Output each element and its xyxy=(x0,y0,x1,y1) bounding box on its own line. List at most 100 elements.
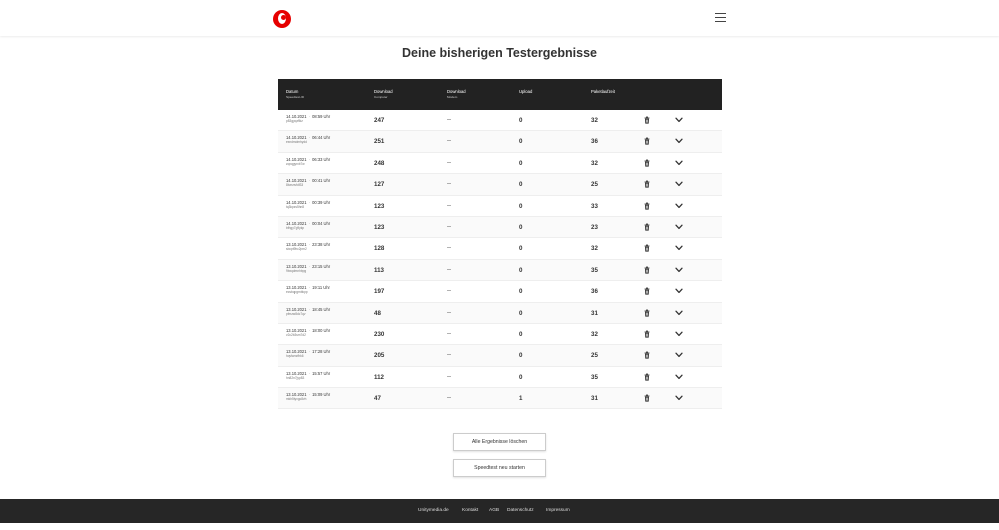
row-upload: 0 xyxy=(519,159,523,167)
trash-icon[interactable] xyxy=(644,287,650,295)
footer-link-kontakt[interactable]: Kontakt xyxy=(462,508,478,513)
trash-icon[interactable] xyxy=(644,330,650,338)
vodafone-logo[interactable] xyxy=(273,10,291,28)
row-date-cell: 14.10.2021 · 00:41 Uhr 8bzsnvfdf33 xyxy=(286,178,330,188)
table-row[interactable]: 14.10.2021 · 00:04 Uhr bfhgy7g9ykp 123 -- 0 2… xyxy=(278,216,722,239)
chevron-down-icon[interactable] xyxy=(675,267,683,273)
table-row[interactable]: 13.10.2021 · 19:11 Uhr ecsbqpgmbkpp 197 -- 0… xyxy=(278,281,722,303)
row-upload: 0 xyxy=(519,330,523,338)
row-download-modem: -- xyxy=(447,330,451,337)
chevron-down-icon[interactable] xyxy=(675,331,683,337)
row-download: 113 xyxy=(374,266,384,274)
row-download: 123 xyxy=(374,202,385,210)
row-upload: 0 xyxy=(519,181,523,189)
chevron-down-icon[interactable] xyxy=(675,352,683,358)
trash-icon[interactable] xyxy=(644,351,650,359)
row-time: 08:59 Uhr xyxy=(312,114,331,119)
header-download-label: Download xyxy=(374,89,393,94)
row-download-modem: -- xyxy=(447,288,451,295)
table-row[interactable]: 14.10.2021 · 06:33 Uhr zqxqgyrxb7w 248 -- 0 3… xyxy=(278,152,722,175)
top-header xyxy=(0,0,999,36)
row-download: 247 xyxy=(374,117,385,124)
trash-icon[interactable] xyxy=(644,244,650,252)
header-ping: Paketlaufzeit xyxy=(591,89,615,94)
trash-icon[interactable] xyxy=(644,266,650,274)
chevron-down-icon[interactable] xyxy=(675,395,683,401)
row-date-separator: · xyxy=(308,199,311,205)
chevron-down-icon[interactable] xyxy=(675,203,683,209)
table-row[interactable]: 13.10.2021 · 18:45 Uhr pfmzw8dc7qv 48 -- 0 31 xyxy=(278,302,722,324)
row-download: 230 xyxy=(374,330,385,338)
trash-icon[interactable] xyxy=(644,116,650,124)
trash-icon[interactable] xyxy=(644,159,650,167)
table-row[interactable]: 13.10.2021 · 15:09 Uhr mkh5tyxgc8vh 47 -- 1 3… xyxy=(278,388,722,410)
header-download-modem: Download Modem xyxy=(447,89,466,100)
chevron-down-icon[interactable] xyxy=(675,310,683,316)
row-date-separator: · xyxy=(308,370,311,376)
row-date-cell: 13.10.2021 · 15:57 Uhr hn82n7jyp83 xyxy=(286,371,330,381)
trash-icon[interactable] xyxy=(644,180,650,188)
row-ping: 31 xyxy=(591,395,598,403)
row-ping: 23 xyxy=(591,223,598,231)
footer-link-unitymedia[interactable]: Unitymedia.de xyxy=(418,508,449,513)
chevron-down-icon[interactable] xyxy=(675,160,683,166)
row-speedtest-id: v2c2b3sm7d2 xyxy=(286,332,306,337)
row-upload: 0 xyxy=(519,288,523,296)
row-date: 14.10.2021 xyxy=(286,199,307,205)
row-date: 13.10.2021 xyxy=(286,306,307,312)
row-time: 17:28 Uhr xyxy=(312,349,331,355)
delete-all-results-button[interactable]: Alle Ergebnisse löschen xyxy=(453,433,546,451)
chevron-down-icon[interactable] xyxy=(675,117,683,123)
table-row[interactable]: 14.10.2021 · 00:41 Uhr 8bzsnvfdf33 127 -- 0 2… xyxy=(278,174,722,196)
chevron-down-icon[interactable] xyxy=(675,224,683,230)
row-date-separator: · xyxy=(308,242,311,248)
chevron-down-icon[interactable] xyxy=(675,245,683,251)
hamburger-menu-icon[interactable] xyxy=(715,13,726,22)
header-ping-label: Paketlaufzeit xyxy=(591,89,615,94)
row-time: 23:38 Uhr xyxy=(312,242,331,248)
trash-icon[interactable] xyxy=(644,223,650,231)
table-row[interactable]: 13.10.2021 · 23:38 Uhr sbcpt9hc2pm2 128 -- 0… xyxy=(278,238,722,260)
table-row[interactable]: 14.10.2021 · 00:39 Uhr tq3kpzs5hn8 123 -- 0 3… xyxy=(278,195,722,217)
row-download: 197 xyxy=(374,288,385,296)
table-row[interactable]: 14.10.2021 · 08:59 Uhr p83gyqzflkz 247 -- 0 3… xyxy=(278,110,722,132)
table-body: 14.10.2021 · 08:59 Uhr p83gyqzflkz 247 -- 0 3… xyxy=(278,110,722,410)
row-date-separator: · xyxy=(308,263,311,269)
row-date-separator: · xyxy=(308,156,311,162)
table-row[interactable]: 13.10.2021 · 18:00 Uhr v2c2b3sm7d2 230 -- 0 3… xyxy=(278,323,722,346)
row-download-modem: -- xyxy=(447,245,451,252)
footer-link-agb[interactable]: AGB xyxy=(489,508,499,513)
table-row[interactable]: 13.10.2021 · 15:57 Uhr hn82n7jyp83 112 -- 0 3… xyxy=(278,366,722,389)
page-title: Deine bisherigen Testergebnisse xyxy=(402,46,597,60)
trash-icon[interactable] xyxy=(644,309,650,317)
row-download-modem: -- xyxy=(447,352,451,359)
row-upload: 0 xyxy=(519,373,523,381)
restart-speedtest-button[interactable]: Speedtest neu starten xyxy=(453,459,546,477)
row-date-cell: 13.10.2021 · 18:00 Uhr v2c2b3sm7d2 xyxy=(286,328,330,338)
footer: Unitymedia.de Kontakt AGB Datenschutz Im… xyxy=(0,499,999,523)
header-upload: Upload xyxy=(519,89,532,94)
row-date-cell: 13.10.2021 · 18:45 Uhr pfmzw8dc7qv xyxy=(286,307,330,317)
table-row[interactable]: 13.10.2021 · 17:28 Uhr hqvfwxzfhk6 205 -- 0 2… xyxy=(278,345,722,367)
table-row[interactable]: 13.10.2021 · 23:15 Uhr 9bxqdmnhbpg 113 -- 0 3… xyxy=(278,259,722,282)
row-time: 19:11 Uhr xyxy=(312,285,330,291)
chevron-down-icon[interactable] xyxy=(675,181,683,187)
header-download-sub: Computer xyxy=(374,95,388,99)
trash-icon[interactable] xyxy=(644,394,650,402)
row-date-separator: · xyxy=(308,306,311,312)
chevron-down-icon[interactable] xyxy=(675,138,683,144)
trash-icon[interactable] xyxy=(644,137,650,145)
row-speedtest-id: tq3kpzs5hn8 xyxy=(286,204,305,209)
footer-link-datenschutz[interactable]: Datenschutz xyxy=(507,508,534,513)
row-ping: 32 xyxy=(591,159,598,167)
row-date-cell: 13.10.2021 · 23:15 Uhr 9bxqdmnhbpg xyxy=(286,264,330,274)
row-ping: 35 xyxy=(591,373,598,381)
chevron-down-icon[interactable] xyxy=(675,374,683,380)
table-row[interactable]: 14.10.2021 · 06:44 Uhr exndmdmhydd 251 -- 0 3… xyxy=(278,131,722,153)
row-upload: 0 xyxy=(519,309,523,317)
row-ping: 31 xyxy=(591,309,598,317)
footer-link-impressum[interactable]: Impressum xyxy=(546,508,570,513)
trash-icon[interactable] xyxy=(644,373,650,381)
chevron-down-icon[interactable] xyxy=(675,288,683,294)
trash-icon[interactable] xyxy=(644,202,650,210)
